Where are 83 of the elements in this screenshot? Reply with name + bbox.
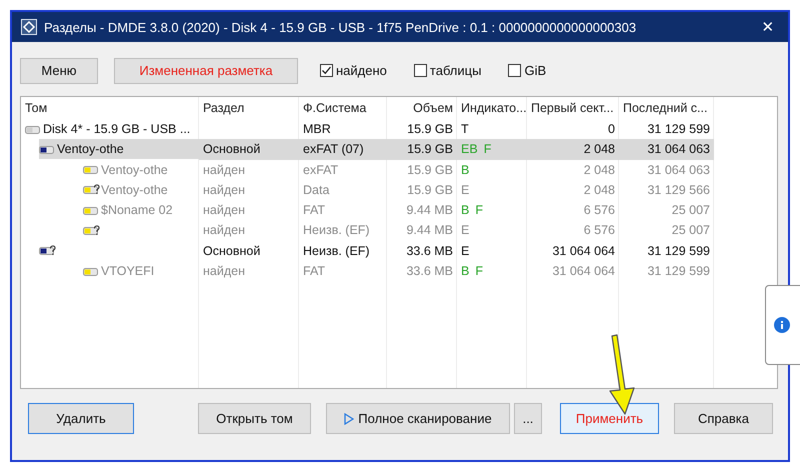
indicator-label: E	[461, 242, 470, 260]
partition-type: Основной	[203, 142, 260, 156]
first-sector: 2 048	[584, 142, 615, 156]
indicator-label: E	[461, 222, 470, 240]
volume-name: Ventoy-othe	[101, 162, 168, 179]
last-sector: 31 064 063	[647, 162, 710, 177]
file-system: exFAT (07)	[303, 142, 364, 156]
selected-row-highlight[interactable]: Ventoy-othe	[39, 139, 199, 160]
file-system: exFAT	[303, 162, 338, 177]
first-sector: 2 048	[584, 182, 615, 197]
action-button[interactable]: Применить	[560, 403, 659, 434]
checkbox-label: таблицы	[430, 63, 482, 78]
file-system: FAT	[303, 203, 325, 218]
volume-size: 33.6 MB	[406, 244, 453, 258]
checkbox[interactable]	[320, 64, 333, 77]
volume-size: 9.44 MB	[406, 203, 453, 218]
partition-type: найден	[203, 182, 245, 197]
play-icon	[344, 412, 354, 424]
action-button[interactable]: Полное сканирование	[326, 403, 510, 434]
partition-type: найден	[203, 162, 245, 177]
volume-size: 9.44 MB	[406, 223, 453, 238]
checkbox-label: GiB	[524, 63, 546, 78]
indicator-label: T	[461, 121, 469, 138]
last-sector: 25 007	[672, 223, 710, 238]
indicator-label: F	[475, 263, 483, 280]
file-system: Неизв. (EF)	[303, 223, 370, 238]
volume-size: 15.9 GB	[407, 182, 453, 197]
indicator-label: F	[484, 141, 492, 158]
file-system: Data	[303, 182, 330, 197]
last-sector: 31 064 063	[647, 142, 710, 156]
column-header[interactable]: Раздел	[199, 97, 299, 119]
window-title: Разделы - DMDE 3.8.0 (2020) - Disk 4 - 15.9 GB - USB - 1f75 PenDrive : 0.1 : 0000000000000000303	[44, 20, 636, 34]
checkbox-label: найдено	[336, 63, 387, 78]
file-system: FAT	[303, 264, 325, 278]
checkbox[interactable]	[508, 64, 522, 77]
first-sector: 31 064 064	[552, 264, 615, 278]
indicator-label: EB	[461, 141, 478, 158]
action-button[interactable]: Удалить	[28, 403, 134, 434]
first-sector: 31 064 064	[552, 244, 615, 258]
column-header[interactable]: Том	[21, 97, 199, 119]
checkbox[interactable]	[414, 64, 427, 77]
volume-size: 15.9 GB	[407, 122, 453, 136]
partition-type: Основной	[203, 244, 260, 258]
volume-name: VTOYEFI	[101, 263, 154, 280]
close-button[interactable]: ✕	[748, 13, 788, 41]
indicator-label: E	[461, 182, 470, 199]
action-button[interactable]: Открыть том	[198, 403, 311, 434]
volume-size: 15.9 GB	[407, 142, 453, 156]
file-system: MBR	[303, 122, 331, 136]
last-sector: 31 129 599	[647, 244, 710, 258]
column-header[interactable]: Ф.Система	[299, 97, 387, 119]
app-icon	[21, 19, 37, 35]
first-sector: 6 576	[584, 223, 615, 238]
toolbar-button[interactable]: Меню	[20, 58, 98, 84]
first-sector: 2 048	[584, 162, 615, 177]
column-header[interactable]: Первый сект...	[527, 97, 619, 119]
volume-name: Disk 4* - 15.9 GB - USB ...	[43, 121, 190, 138]
column-header[interactable]: Объем	[387, 97, 457, 119]
column-header[interactable]: Последний с...	[619, 97, 714, 119]
indicator-label: B	[461, 162, 470, 179]
volume-size: 33.6 MB	[406, 264, 453, 278]
last-sector: 25 007	[672, 203, 710, 218]
action-button[interactable]: Справка	[674, 403, 773, 434]
indicator-label: F	[475, 202, 483, 220]
partition-type: найден	[203, 264, 245, 278]
last-sector: 31 129 599	[647, 122, 710, 136]
last-sector: 31 129 566	[647, 182, 710, 197]
indicator-label: B	[461, 263, 470, 280]
first-sector: 6 576	[584, 203, 615, 218]
volume-name: Ventoy-othe	[101, 182, 168, 199]
column-header[interactable]: Индикато...	[457, 97, 527, 119]
tree-row[interactable]: Disk 4* - 15.9 GB - USB ...	[25, 119, 199, 139]
partition-type: найден	[203, 203, 245, 218]
indicator-label: B	[461, 202, 470, 220]
volume-size: 15.9 GB	[407, 162, 453, 177]
partition-type: найден	[203, 223, 245, 238]
file-system: Неизв. (EF)	[303, 244, 370, 258]
action-button[interactable]: ...	[514, 403, 542, 434]
volume-name: $Noname 02	[101, 202, 173, 220]
first-sector: 0	[608, 122, 615, 136]
volume-name: Ventoy-othe	[57, 141, 124, 158]
last-sector: 31 129 599	[647, 264, 710, 278]
info-icon	[774, 317, 790, 333]
